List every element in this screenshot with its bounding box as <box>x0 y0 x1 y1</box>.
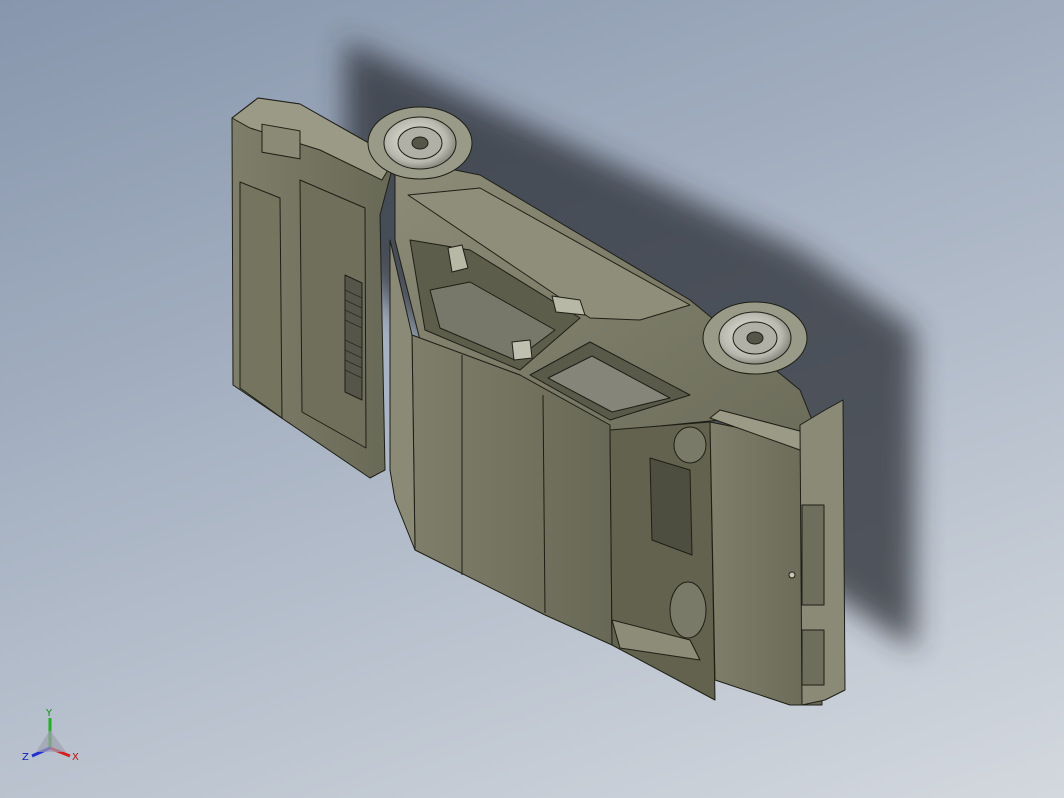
rear-bumper-block[interactable] <box>261 123 301 160</box>
front-pin-hole <box>788 571 796 579</box>
headlight-slot-lower <box>801 629 825 686</box>
headlight-slot-upper <box>801 504 825 606</box>
front-wheel[interactable] <box>702 301 808 375</box>
rear-wheel[interactable] <box>367 106 473 180</box>
triad-y-label: Y <box>45 708 53 719</box>
triad-cone <box>36 730 66 752</box>
triad-z-label: Z <box>22 752 29 763</box>
cabin-knob <box>511 339 533 361</box>
graphics-viewport[interactable]: Y X Z <box>0 0 1064 798</box>
triad-x-label: X <box>72 752 79 763</box>
round-boss-lower <box>669 581 707 639</box>
model-canvas[interactable]: Y X Z <box>0 0 1064 798</box>
rear-window-frame <box>239 181 283 419</box>
axis-triad[interactable]: Y X Z <box>22 708 79 763</box>
round-boss-upper <box>673 426 707 464</box>
firewall-pocket <box>649 457 693 556</box>
